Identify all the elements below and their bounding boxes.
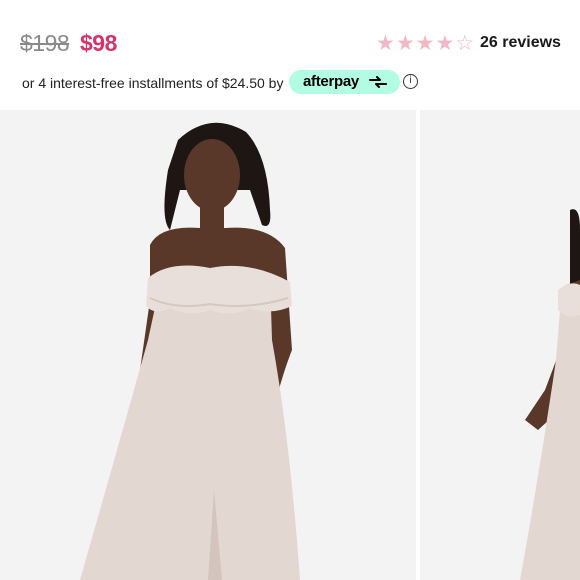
product-photo	[0, 110, 416, 580]
product-photo-side	[420, 110, 580, 580]
price-rating-row: $198 $98 ★ ★ ★ ★ ☆ 26 reviews	[0, 0, 580, 70]
star-icon: ★	[435, 31, 455, 55]
sale-price: $98	[80, 30, 117, 56]
product-image-main[interactable]	[0, 110, 416, 580]
afterpay-logo: afterpay	[303, 73, 359, 90]
afterpay-installments-text: or 4 interest-free installments of $24.5…	[22, 75, 284, 91]
info-icon[interactable]: i	[403, 74, 418, 89]
star-empty-icon: ☆	[455, 31, 475, 55]
original-price: $198	[20, 30, 70, 56]
star-icon: ★	[395, 31, 415, 55]
afterpay-row: or 4 interest-free installments of $24.5…	[0, 70, 580, 100]
star-icon: ★	[415, 31, 435, 55]
rating-stars[interactable]: ★ ★ ★ ★ ☆	[376, 32, 474, 54]
afterpay-badge[interactable]: afterpay	[289, 70, 400, 94]
product-image-gallery	[0, 110, 580, 580]
reviews-link[interactable]: 26 reviews	[480, 34, 561, 52]
product-image-next[interactable]	[420, 110, 580, 580]
star-icon: ★	[376, 31, 395, 55]
afterpay-arrows-icon	[369, 76, 387, 88]
